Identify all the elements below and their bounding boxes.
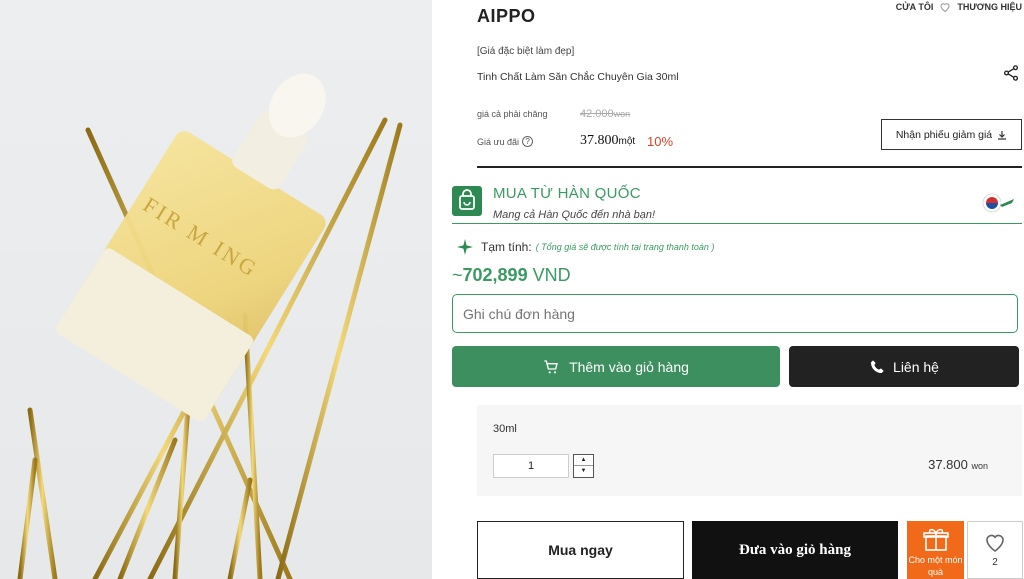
gift-icon: [922, 528, 949, 551]
my-store-link[interactable]: CỬA TÔI: [896, 2, 934, 12]
share-icon[interactable]: [1002, 64, 1020, 82]
estimate-note: ( Tổng giá sẽ được tính tại trang thanh …: [535, 242, 715, 252]
korea-flag-plane-icon: [982, 193, 1014, 213]
top-nav: CỬA TÔI THƯƠNG HIỆU: [896, 1, 1022, 13]
buy-now-button[interactable]: Mua ngay: [477, 521, 684, 579]
gift-button[interactable]: Cho một món quà: [907, 521, 964, 579]
list-price: 42.000won: [580, 108, 631, 120]
help-icon[interactable]: ?: [522, 136, 534, 147]
estimate-row: Tạm tính: ( Tổng giá sẽ được tính tại tr…: [457, 239, 714, 255]
order-note-input[interactable]: [452, 294, 1018, 333]
add-to-cart-green-button[interactable]: Thêm vào giỏ hàng: [452, 346, 780, 387]
wish-count: 2: [992, 557, 998, 568]
product-image: FIR M ING: [0, 0, 432, 579]
shopping-bag-icon: [452, 186, 482, 216]
buy-from-korea-banner: MUA TỪ HÀN QUỐC Mang cả Hàn Quốc đến nhà…: [452, 178, 1022, 224]
promo-tag: [Giá đặc biệt làm đẹp]: [477, 46, 575, 57]
heart-icon: [986, 534, 1004, 552]
estimated-total: ~702,899 VND: [452, 265, 571, 285]
divider: [477, 166, 1022, 168]
sale-price: 37.800một: [580, 133, 636, 148]
contact-button[interactable]: Liên hệ: [789, 346, 1019, 387]
option-price: 37.800 won: [928, 457, 988, 472]
wishlist-button[interactable]: 2: [967, 521, 1023, 579]
discount-badge: 10%: [647, 134, 674, 149]
quantity-stepper[interactable]: ▲ ▼: [573, 454, 594, 478]
korea-title: MUA TỪ HÀN QUỐC: [493, 185, 641, 202]
heart-icon[interactable]: [939, 1, 951, 13]
add-to-cart-button[interactable]: Đưa vào giỏ hàng: [692, 521, 898, 579]
serum-bottle-illustration: FIR M ING: [17, 73, 403, 579]
korea-subtitle: Mang cả Hàn Quốc đến nhà bạn!: [493, 209, 656, 221]
option-name: 30ml: [493, 423, 517, 435]
download-icon: [998, 130, 1007, 140]
product-page: FIR M ING AIPPO CỬA TÔI THƯƠNG HIỆU [Giá…: [0, 0, 1024, 579]
sale-price-label: Giá ưu đãi ?: [477, 136, 534, 147]
decrement-icon[interactable]: ▼: [574, 466, 593, 477]
option-box: 30ml 1 ▲ ▼ 37.800 won: [477, 405, 1022, 496]
sparkle-icon: [457, 239, 473, 255]
quantity-input[interactable]: 1: [493, 454, 569, 478]
increment-icon[interactable]: ▲: [574, 455, 593, 466]
phone-icon: [871, 359, 884, 373]
estimate-label: Tạm tính:: [481, 240, 532, 254]
cart-icon: [544, 359, 558, 373]
brand-link[interactable]: THƯƠNG HIỆU: [957, 2, 1022, 12]
product-name: Tinh Chất Làm Săn Chắc Chuyên Gia 30ml: [477, 71, 679, 83]
get-coupon-button[interactable]: Nhận phiếu giảm giá: [881, 119, 1022, 150]
brand-title[interactable]: AIPPO: [477, 6, 536, 27]
product-info-panel: AIPPO CỬA TÔI THƯƠNG HIỆU [Giá đặc biệt …: [432, 0, 1024, 579]
list-price-label: giá cả phải chăng: [477, 109, 548, 119]
